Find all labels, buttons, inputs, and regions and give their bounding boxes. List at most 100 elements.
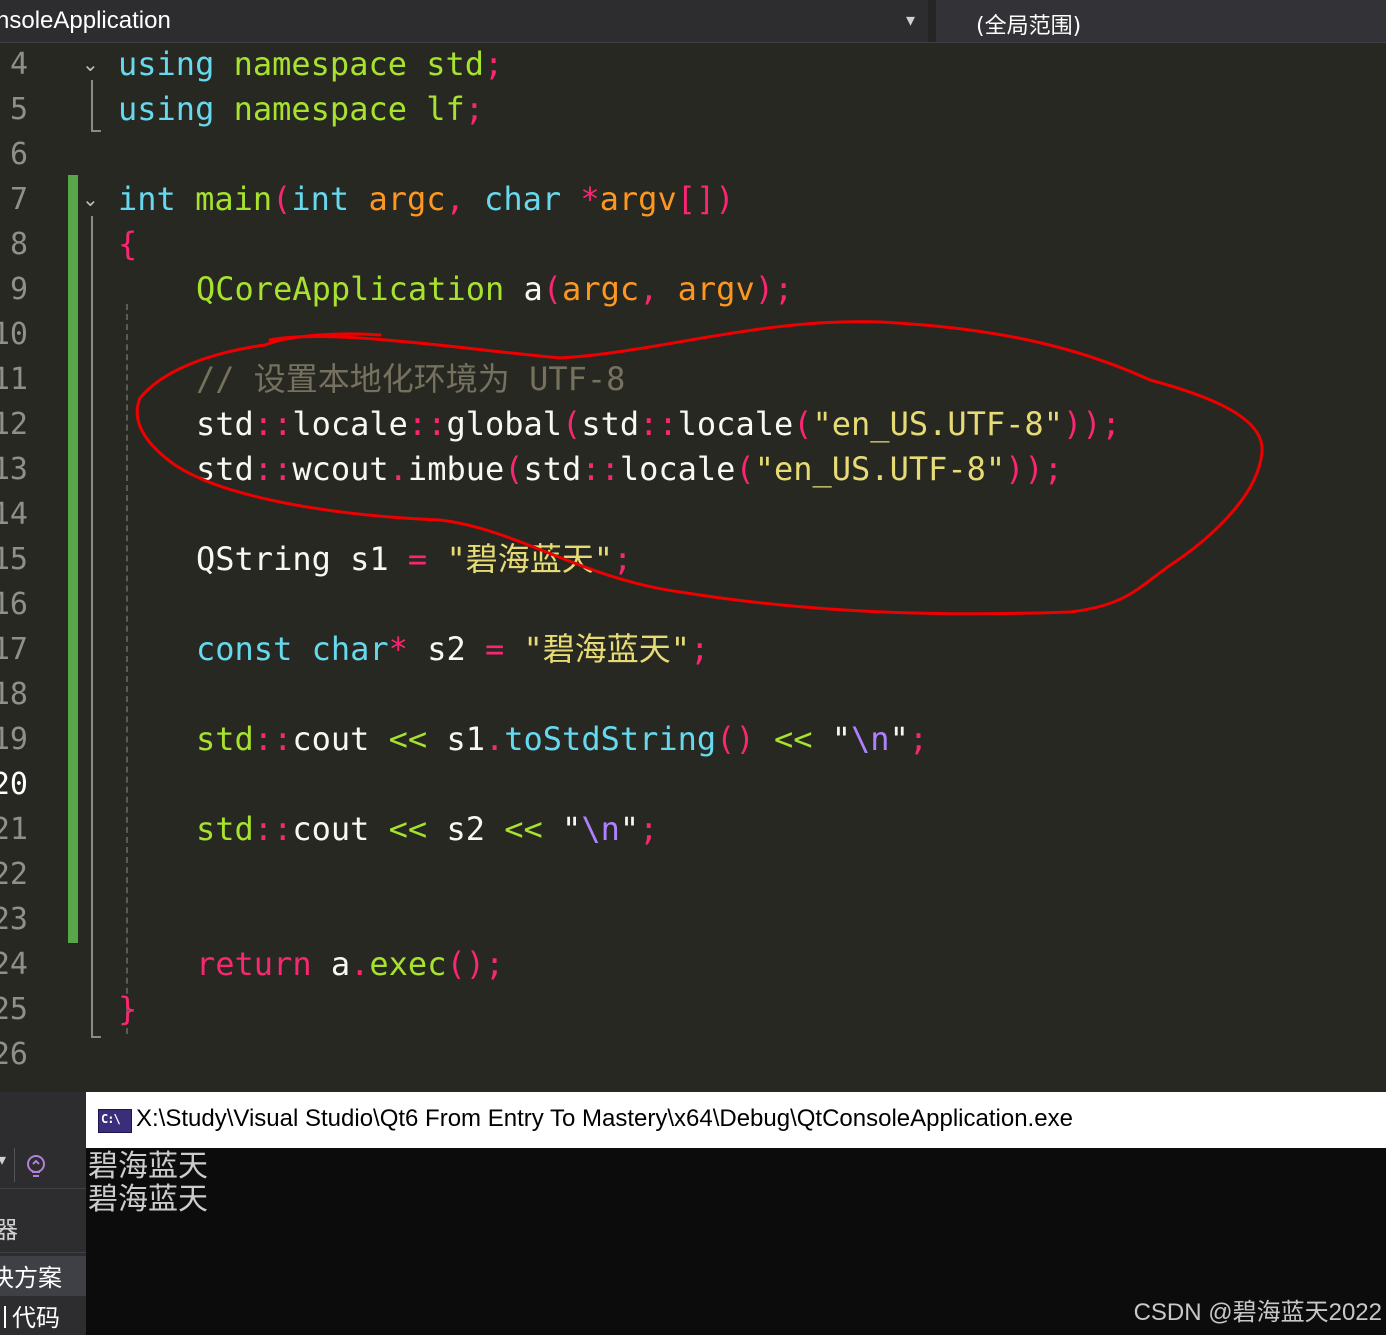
punctuation: (: [735, 450, 755, 488]
code-line-17: const char* s2 = "碧海蓝天";: [196, 627, 709, 672]
escape-sequence: \n: [581, 810, 620, 848]
code-line-25: }: [118, 987, 137, 1032]
type-keyword: char: [311, 630, 389, 668]
punctuation: ));: [1062, 405, 1121, 443]
project-dropdown[interactable]: nsoleApplication ▾: [0, 0, 928, 42]
function-name: main: [195, 180, 273, 218]
punctuation: ,: [639, 270, 659, 308]
keyword: return: [196, 945, 312, 983]
string-literal: ": [619, 810, 640, 848]
outline-line: [91, 216, 93, 1036]
class-name: QCoreApplication: [196, 270, 505, 308]
code-editor[interactable]: ⌄ ⌄ 4 5 6 7 8 9 10 11 12 13 14 15 16 17 18 19 20 21 22 23 24…: [0, 42, 1386, 1092]
parameter: argc: [368, 180, 446, 218]
variable: a: [330, 945, 351, 983]
console-title-bar[interactable]: C:\ X:\Study\Visual Studio\Qt6 From Entr…: [86, 1092, 1386, 1148]
string-literal: "en_US.UTF-8": [754, 450, 1006, 488]
punctuation: ;: [484, 45, 504, 83]
line-number: 17: [0, 632, 28, 667]
panel-divider: [0, 1252, 86, 1253]
parameter: argv: [599, 180, 677, 218]
quick-action-bulb-icon[interactable]: [22, 1152, 50, 1180]
function-name: toStdString: [504, 720, 717, 758]
punctuation: (): [716, 720, 755, 758]
scope-dropdown-label: (全局范围): [976, 14, 1082, 39]
line-number: 18: [0, 677, 28, 712]
punctuation: ;: [908, 720, 929, 758]
punctuation: .: [484, 720, 505, 758]
chevron-down-icon[interactable]: ▾: [906, 10, 915, 31]
line-number: 24: [0, 947, 28, 982]
variable: s1: [350, 540, 389, 578]
code-line-19: std::cout << s1.toStdString() << "\n";: [196, 717, 928, 762]
code-item[interactable]: 代码: [0, 1298, 60, 1333]
punctuation: ::: [639, 405, 678, 443]
punctuation: ::: [407, 405, 447, 443]
line-number: 11: [0, 362, 28, 397]
punctuation: (): [446, 945, 485, 983]
function-name: exec: [369, 945, 447, 983]
punctuation: (: [562, 405, 582, 443]
chevron-down-icon[interactable]: ▾: [0, 1150, 6, 1169]
string-literal: ": [831, 720, 852, 758]
punctuation: ::: [581, 450, 620, 488]
navbar-divider: [928, 0, 936, 42]
string-literal: "碧海蓝天": [446, 540, 613, 578]
punctuation: ,: [445, 180, 465, 218]
type-keyword: char: [484, 180, 562, 218]
code-line-5: using namespace lf;: [118, 87, 484, 132]
line-number: 13: [0, 452, 28, 487]
operator: <<: [388, 810, 428, 848]
operator: =: [407, 540, 428, 578]
string-literal: "碧海蓝天": [523, 630, 691, 668]
solution-tab-label: 决方案: [0, 1264, 62, 1292]
solution-tab[interactable]: 决方案: [0, 1256, 86, 1296]
line-number: 22: [0, 857, 28, 892]
namespace-name: std: [581, 405, 640, 443]
namespace-name: std: [196, 450, 254, 488]
variable: cout: [292, 720, 370, 758]
collapse-icon[interactable]: ⌄: [82, 52, 99, 76]
console-window[interactable]: C:\ X:\Study\Visual Studio\Qt6 From Entr…: [86, 1092, 1386, 1335]
variable: s2: [427, 630, 466, 668]
line-number: 15: [0, 542, 28, 577]
line-number: 12: [0, 407, 28, 442]
punctuation: ): [715, 180, 735, 218]
line-number: 25: [0, 992, 28, 1027]
change-tracking-bar: [68, 175, 78, 943]
punctuation: }: [118, 990, 138, 1028]
punctuation: ::: [253, 450, 293, 488]
type-keyword: int: [118, 180, 176, 218]
code-line-24: return a.exec();: [196, 942, 504, 987]
navigation-bar: nsoleApplication ▾ (全局范围): [0, 0, 1386, 43]
punctuation: ::: [253, 405, 293, 443]
project-dropdown-label: nsoleApplication: [0, 7, 171, 34]
indent-guide: [126, 304, 128, 1034]
parameter: argv: [677, 270, 755, 308]
keyword: namespace: [233, 90, 407, 128]
operator: <<: [504, 810, 543, 848]
variable: a: [523, 270, 543, 308]
keyword: namespace: [233, 45, 407, 83]
punctuation: ));: [1005, 450, 1063, 488]
panel-item-label[interactable]: 器: [0, 1210, 18, 1245]
punctuation: ;: [484, 945, 505, 983]
line-number: 19: [0, 722, 28, 757]
punctuation: (: [542, 270, 563, 308]
operator: =: [484, 630, 505, 668]
escape-sequence: \n: [851, 720, 890, 758]
line-number: 10: [0, 317, 28, 352]
variable: s1: [446, 720, 485, 758]
code-line-13: std::wcout.imbue(std::locale("en_US.UTF-…: [196, 447, 1063, 492]
operator: <<: [773, 720, 813, 758]
code-line-9: QCoreApplication a(argc, argv);: [196, 267, 793, 312]
punctuation: ;: [613, 540, 633, 578]
punctuation: );: [754, 270, 794, 308]
punctuation: .: [350, 945, 370, 983]
scope-dropdown[interactable]: (全局范围): [936, 0, 1386, 42]
collapse-icon[interactable]: ⌄: [82, 187, 99, 211]
line-number: 16: [0, 587, 28, 622]
line-number: 26: [0, 1037, 28, 1072]
line-number: 7: [9, 182, 28, 217]
class-name: locale: [292, 405, 408, 443]
